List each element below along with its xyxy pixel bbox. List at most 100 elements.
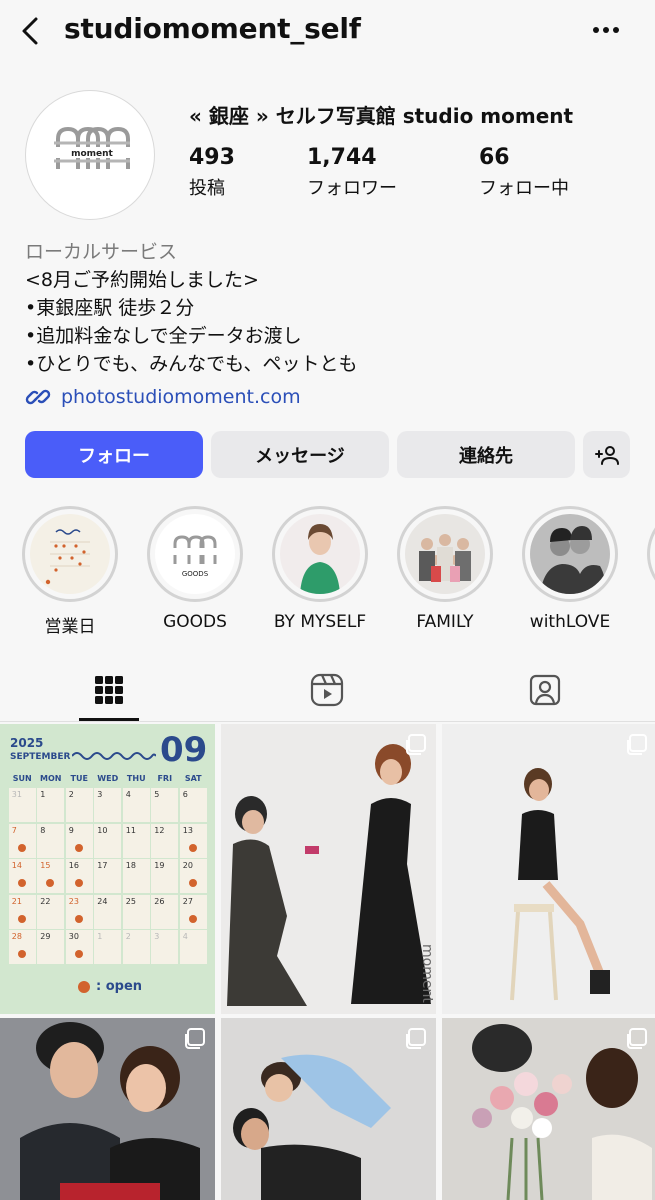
calendar-day-number: 1 xyxy=(97,932,103,941)
username-title: studiomoment_self xyxy=(64,12,361,45)
more-options-icon[interactable] xyxy=(588,18,628,42)
calendar-day-number: 24 xyxy=(97,896,108,906)
highlight-eigyobi[interactable]: 営業日 xyxy=(15,506,125,637)
highlight-family[interactable]: FAMILY xyxy=(390,506,500,632)
tab-reels[interactable] xyxy=(262,660,392,720)
highlight-partial[interactable] xyxy=(640,506,655,602)
calendar-day-cell: 24 xyxy=(94,894,122,929)
weekday-label: MON xyxy=(40,774,62,783)
grid-icon xyxy=(95,676,123,704)
calendar-day-cell: 5 xyxy=(151,788,179,822)
highlight-label: GOODS xyxy=(163,612,227,632)
post-photo-piggyback[interactable] xyxy=(221,1018,436,1200)
open-day-dot-icon xyxy=(17,879,26,887)
calendar-month-number: 09 xyxy=(160,730,208,770)
bio-line: •東銀座駅 徒歩２分 xyxy=(25,297,195,319)
calendar-day-cell: 3 xyxy=(151,930,179,964)
couple-thumbnail-icon xyxy=(540,526,606,594)
open-day-dot-icon xyxy=(17,914,26,923)
top-bar: studiomoment_self xyxy=(0,0,655,70)
add-user-button[interactable] xyxy=(583,431,630,478)
message-button[interactable]: メッセージ xyxy=(211,431,389,478)
post-calendar[interactable]: 2025 SEPTEMBER 09 SUN MON TUE WED THU FR… xyxy=(0,724,215,1014)
open-day-dot-icon xyxy=(188,879,197,887)
stat-posts-value: 493 xyxy=(189,145,235,170)
calendar-day-cell: 4 xyxy=(122,788,150,822)
calendar-day-number: 20 xyxy=(182,861,193,870)
stat-followers-value: 1,744 xyxy=(307,145,377,170)
post-photo-child[interactable] xyxy=(442,724,655,1014)
calendar-day-cell: 1 xyxy=(37,788,65,822)
bio-line: •ひとりでも、みんなでも、ペットとも xyxy=(25,353,358,375)
calendar-day-number: 31 xyxy=(11,790,22,799)
calendar-day-number: 26 xyxy=(154,896,165,906)
post-photo-bouquet[interactable] xyxy=(442,1018,655,1200)
calendar-day-number: 11 xyxy=(125,825,136,835)
bio-line: •追加料金なしで全データお渡し xyxy=(25,325,302,347)
calendar-day-cell: 20 xyxy=(179,859,207,893)
post-photo-couple[interactable] xyxy=(0,1018,215,1200)
calendar-day-number: 4 xyxy=(182,932,188,941)
website-link[interactable]: photostudiomoment.com xyxy=(25,382,301,412)
open-day-dot-icon xyxy=(74,914,83,923)
open-day-dot-icon xyxy=(74,950,83,958)
calendar-day-cell: 8 xyxy=(37,823,65,858)
tagged-icon xyxy=(529,674,561,706)
active-tab-indicator xyxy=(79,718,139,721)
stat-following-value: 66 xyxy=(479,145,510,170)
calendar-legend: : open xyxy=(78,979,142,994)
calendar-day-number: 29 xyxy=(40,932,51,941)
svg-text:GOODS: GOODS xyxy=(182,570,209,578)
highlight-withlove[interactable]: withLOVE xyxy=(515,506,625,632)
highlight-goods[interactable]: GOODS GOODS xyxy=(140,506,250,632)
calendar-day-cell: 6 xyxy=(179,788,207,822)
stat-posts[interactable]: 493 投稿 xyxy=(189,145,235,200)
calendar-day-cell: 10 xyxy=(94,823,122,858)
post-photo-proposal[interactable]: moment xyxy=(221,724,436,1014)
tab-tagged[interactable] xyxy=(480,660,610,720)
calendar-day-cell: 31 xyxy=(8,788,36,822)
tab-posts-grid[interactable] xyxy=(44,660,174,720)
calendar-day-number: 9 xyxy=(68,825,74,835)
calendar-day-number: 3 xyxy=(97,790,103,799)
calendar-day-number: 28 xyxy=(11,932,22,941)
reels-icon xyxy=(310,673,344,707)
calendar-day-cell: 27 xyxy=(179,894,207,929)
calendar-day-number: 8 xyxy=(40,825,46,835)
avatar[interactable]: moment xyxy=(25,90,155,220)
multiple-photos-icon xyxy=(185,1028,205,1049)
weekday-label: SAT xyxy=(184,774,202,783)
follow-button[interactable]: フォロー xyxy=(25,431,203,478)
calendar-day-cell: 26 xyxy=(151,894,179,929)
contact-button[interactable]: 連絡先 xyxy=(397,431,575,478)
calendar-day-number: 19 xyxy=(154,861,165,870)
calendar-day-cell: 2 xyxy=(65,788,93,822)
calendar-day-cell: 11 xyxy=(122,823,150,858)
stat-followers[interactable]: 1,744 フォロワー xyxy=(307,145,397,200)
multiple-photos-icon xyxy=(406,1028,426,1049)
highlight-label: 営業日 xyxy=(44,617,96,637)
calendar-day-number: 4 xyxy=(125,790,131,799)
highlight-label: BY MYSELF xyxy=(273,612,367,632)
stat-following-label: フォロー中 xyxy=(479,178,569,199)
child-photo xyxy=(442,724,655,1014)
calendar-day-cell: 29 xyxy=(37,930,65,964)
highlight-label: FAMILY xyxy=(416,612,474,632)
stat-following[interactable]: 66 フォロー中 xyxy=(479,145,569,200)
calendar-day-cell: 16 xyxy=(65,859,93,893)
calendar-day-number: 21 xyxy=(11,896,22,906)
back-icon[interactable] xyxy=(14,14,48,48)
calendar-day-number: 30 xyxy=(68,932,79,941)
weekday-label: WED xyxy=(97,774,119,783)
bio: ローカルサービス <8月ご予約開始しました> •東銀座駅 徒歩２分 •追加料金な… xyxy=(25,238,635,378)
website-link-text[interactable]: photostudiomoment.com xyxy=(61,386,301,408)
bio-category: ローカルサービス xyxy=(25,241,178,263)
display-name: « 銀座 » セルフ写真館 studio moment xyxy=(189,104,574,128)
calendar-day-number: 12 xyxy=(154,825,165,835)
weekday-label: SUN xyxy=(12,774,32,783)
calendar-day-number: 10 xyxy=(97,825,108,835)
highlight-label: withLOVE xyxy=(529,612,611,632)
calendar-day-cell: 28 xyxy=(8,930,36,964)
highlight-by-myself[interactable]: BY MYSELF xyxy=(265,506,375,632)
open-dot-icon xyxy=(78,980,90,993)
